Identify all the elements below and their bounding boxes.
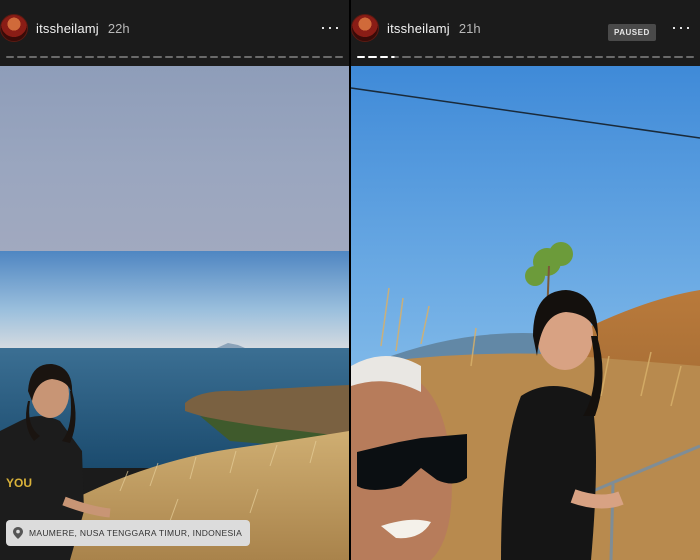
landscape-photo: YOU: [0, 251, 349, 560]
progress-segment: [424, 56, 434, 58]
progress-segment: [617, 56, 626, 58]
story-progress-bar: [357, 56, 694, 59]
progress-segment: [538, 56, 547, 58]
progress-segment: [277, 56, 287, 58]
progress-segment: [209, 56, 219, 58]
progress-segment: [357, 56, 366, 58]
location-label: MAUMERE, NUSA TENGGARA TIMUR, INDONESIA: [29, 528, 243, 538]
post-time: 22h: [107, 20, 130, 36]
progress-segment: [470, 56, 479, 58]
progress-segment: [526, 56, 536, 58]
progress-segment: [311, 56, 321, 58]
progress-segment: [390, 56, 400, 58]
progress-segment: [221, 56, 230, 58]
progress-segment: [492, 56, 502, 58]
progress-segment: [232, 56, 241, 58]
progress-segment: [175, 56, 185, 58]
username[interactable]: itssheilamj: [36, 21, 99, 36]
progress-segment: [300, 56, 309, 58]
progress-segment: [266, 56, 275, 58]
progress-segment: [674, 56, 683, 58]
progress-segment: [628, 56, 638, 58]
progress-segment: [255, 56, 264, 58]
progress-segment: [436, 56, 445, 58]
progress-segment: [549, 56, 558, 58]
progress-segment: [198, 56, 207, 58]
progress-segment: [51, 56, 60, 58]
progress-segment: [334, 56, 343, 58]
progress-segment: [85, 56, 94, 58]
progress-segment: [6, 56, 15, 58]
progress-segment: [153, 56, 162, 58]
progress-segment: [572, 56, 581, 58]
story-header: itssheilamj 21h PAUSED ···: [351, 0, 700, 56]
story-panel-left[interactable]: itssheilamj 22h ··· YOU MAUMERE, NUSA TE…: [0, 0, 349, 560]
progress-segment: [515, 56, 524, 58]
post-time: 21h: [458, 20, 481, 36]
progress-segment: [28, 56, 37, 58]
progress-segment: [368, 56, 377, 58]
story-photo: [351, 66, 700, 560]
progress-segment: [73, 56, 83, 58]
progress-segment: [96, 56, 105, 58]
progress-segment: [379, 56, 388, 58]
location-sticker[interactable]: MAUMERE, NUSA TENGGARA TIMUR, INDONESIA: [6, 520, 251, 546]
story-progress-bar: [6, 56, 343, 59]
progress-segment: [413, 56, 422, 58]
progress-segment: [119, 56, 128, 58]
profile-avatar[interactable]: [0, 14, 28, 42]
progress-segment: [289, 56, 298, 58]
progress-segment: [583, 56, 592, 58]
story-media-top-blur: [0, 66, 349, 251]
progress-segment: [107, 56, 117, 58]
progress-segment: [323, 56, 332, 58]
username[interactable]: itssheilamj: [387, 21, 450, 36]
svg-text:YOU: YOU: [6, 476, 32, 490]
progress-segment: [447, 56, 456, 58]
progress-segment: [141, 56, 151, 58]
progress-segment: [560, 56, 570, 58]
selfie-photo: [351, 66, 700, 560]
story-panel-right[interactable]: itssheilamj 21h PAUSED ···: [351, 0, 700, 560]
progress-segment: [187, 56, 196, 58]
progress-segment: [594, 56, 604, 58]
more-horizontal-icon[interactable]: ···: [671, 18, 692, 36]
progress-segment: [17, 56, 26, 58]
progress-segment: [662, 56, 672, 58]
progress-segment: [504, 56, 513, 58]
paused-badge: PAUSED: [608, 24, 656, 41]
location-pin-icon: [13, 527, 23, 539]
progress-segment: [243, 56, 253, 58]
more-horizontal-icon[interactable]: ···: [320, 18, 341, 36]
progress-segment: [685, 56, 694, 58]
profile-avatar[interactable]: [351, 14, 379, 42]
progress-segment: [481, 56, 490, 58]
progress-segment: [606, 56, 615, 58]
progress-segment: [458, 56, 468, 58]
progress-segment: [640, 56, 649, 58]
progress-segment: [651, 56, 660, 58]
story-photo: YOU: [0, 251, 349, 560]
progress-segment: [402, 56, 411, 58]
progress-segment: [39, 56, 49, 58]
progress-segment: [62, 56, 71, 58]
progress-segment: [164, 56, 173, 58]
progress-segment: [130, 56, 139, 58]
story-header: itssheilamj 22h ···: [0, 0, 349, 56]
